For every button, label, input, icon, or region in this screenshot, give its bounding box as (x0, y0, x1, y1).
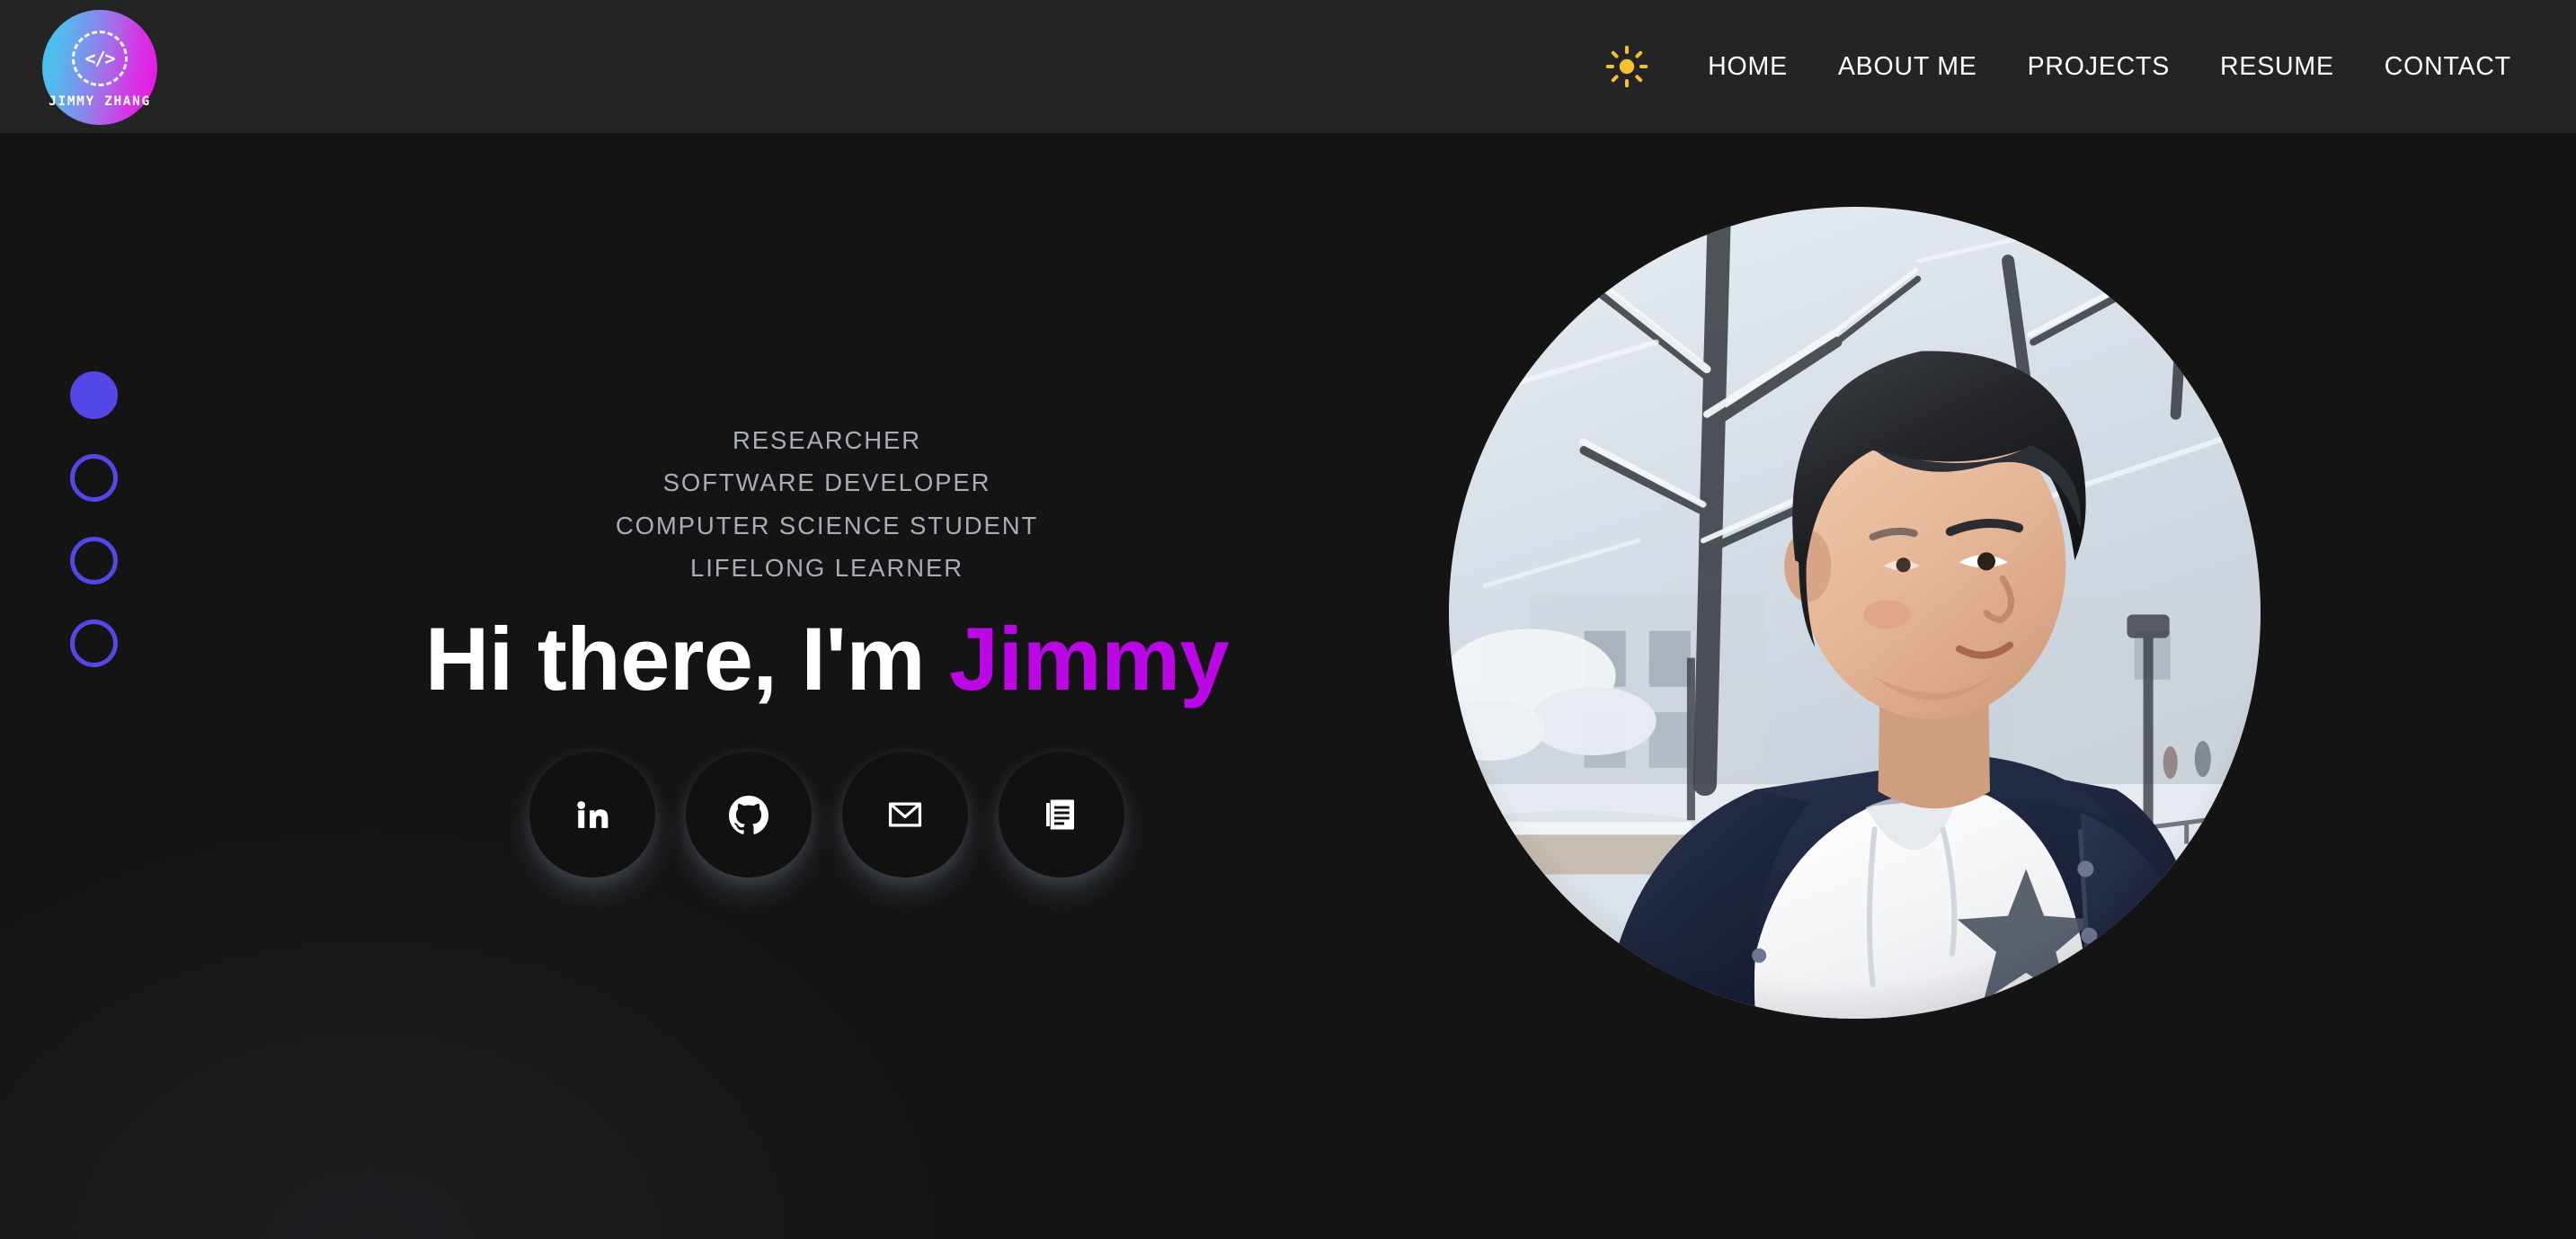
nav-link-projects[interactable]: PROJECTS (2003, 43, 2195, 91)
hero-section: RESEARCHER SOFTWARE DEVELOPER COMPUTER S… (0, 133, 2576, 1239)
nav-link-about-me[interactable]: ABOUT ME (1813, 43, 2003, 91)
envelope-icon (886, 796, 924, 833)
section-dot-4[interactable] (70, 620, 118, 667)
social-link-github[interactable] (686, 752, 812, 878)
hero-content: RESEARCHER SOFTWARE DEVELOPER COMPUTER S… (180, 133, 1474, 1239)
avatar (1449, 207, 2261, 1019)
role-list: RESEARCHER SOFTWARE DEVELOPER COMPUTER S… (616, 419, 1038, 590)
headline-name: Jimmy (949, 608, 1230, 709)
section-dot-nav (70, 371, 118, 667)
github-icon (729, 795, 768, 835)
section-dot-3[interactable] (70, 537, 118, 584)
social-links (529, 752, 1124, 878)
main-nav: HOME ABOUT ME PROJECTS RESUME CONTACT (1602, 0, 2536, 133)
site-header: </> JIMMY ZHANG HOME ABOUT ME PROJECTS R… (0, 0, 2576, 133)
portrait-photo (1449, 207, 2261, 1019)
social-link-email[interactable] (842, 752, 968, 878)
nav-link-home[interactable]: HOME (1683, 43, 1813, 91)
brand-logo[interactable]: </> JIMMY ZHANG (42, 10, 157, 125)
brand-code-glyph: </> (84, 47, 115, 69)
code-brackets-icon: </> (72, 30, 128, 86)
section-dot-1[interactable] (70, 371, 118, 419)
nav-link-contact[interactable]: CONTACT (2359, 43, 2536, 91)
page-title: Hi there, I'm Jimmy (424, 608, 1230, 709)
social-link-resume[interactable] (999, 752, 1124, 878)
role-line-1: RESEARCHER (732, 425, 921, 454)
role-line-4: LIFELONG LEARNER (690, 554, 964, 583)
social-link-linkedin[interactable] (529, 752, 655, 878)
role-line-2: SOFTWARE DEVELOPER (662, 468, 991, 497)
headline-prefix: Hi there, I'm (424, 608, 949, 709)
brand-name: JIMMY ZHANG (49, 94, 151, 109)
linkedin-icon (573, 796, 611, 833)
document-icon (1043, 796, 1080, 833)
section-dot-2[interactable] (70, 454, 118, 502)
nav-link-resume[interactable]: RESUME (2195, 43, 2359, 91)
role-line-3: COMPUTER SCIENCE STUDENT (615, 511, 1039, 539)
sun-icon[interactable] (1602, 41, 1652, 92)
